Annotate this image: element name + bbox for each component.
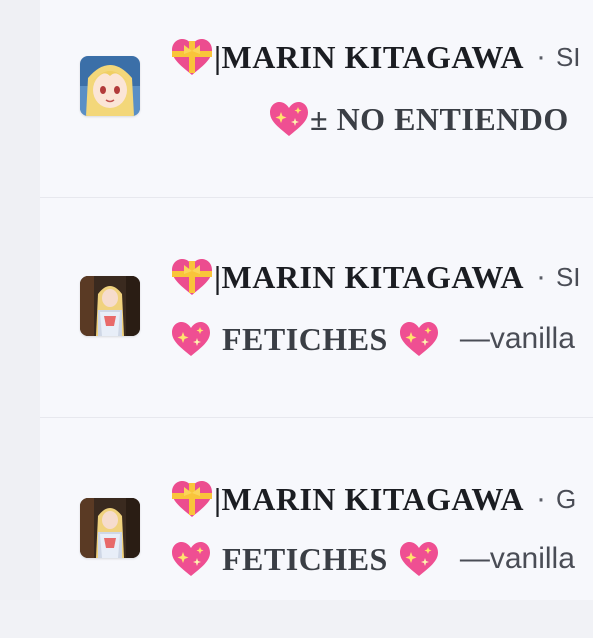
author-name[interactable]: |MARIN KITAGAWA — [214, 481, 524, 518]
post-text: FETICHES — [222, 540, 388, 577]
post-header: |MARIN KITAGAWA · G — [170, 476, 576, 522]
post-body: FETICHES —vanilla — [170, 536, 575, 582]
author-name[interactable]: |MARIN KITAGAWA — [214, 39, 524, 76]
post-body: FETICHES —vanilla — [170, 316, 575, 362]
separator-dot: · — [535, 482, 546, 515]
avatar-image — [80, 498, 140, 558]
post-meta: SI — [555, 41, 581, 72]
sparkling-heart-icon — [170, 540, 212, 578]
separator-dot: · — [535, 40, 546, 73]
post-header: |MARIN KITAGAWA · SI — [170, 34, 581, 80]
sparkling-heart-icon — [398, 320, 440, 358]
sparkling-heart-icon — [268, 100, 310, 138]
heart-ribbon-icon — [170, 257, 214, 297]
avatar-image — [80, 56, 140, 116]
post-body: ± NO ENTIENDO — [268, 96, 569, 142]
post-feed: |MARIN KITAGAWA · SI ± NO ENTIENDO |MARI… — [40, 0, 593, 600]
avatar[interactable] — [80, 498, 140, 558]
post-card[interactable]: |MARIN KITAGAWA · SI FETICHES —vanilla — [40, 198, 593, 418]
post-card[interactable]: |MARIN KITAGAWA · G FETICHES —vanilla — [40, 418, 593, 638]
sparkling-heart-icon — [170, 320, 212, 358]
avatar-image — [80, 276, 140, 336]
sparkling-heart-icon — [398, 540, 440, 578]
avatar[interactable] — [80, 56, 140, 116]
post-text: ± NO ENTIENDO — [310, 100, 569, 137]
post-text-suffix: —vanilla — [459, 322, 575, 355]
separator-dot: · — [535, 260, 546, 293]
avatar[interactable] — [80, 276, 140, 336]
post-meta: G — [555, 483, 577, 514]
left-gutter — [0, 0, 40, 600]
author-name[interactable]: |MARIN KITAGAWA — [214, 259, 524, 296]
post-card[interactable]: |MARIN KITAGAWA · SI ± NO ENTIENDO — [40, 0, 593, 198]
post-text: FETICHES — [222, 320, 388, 357]
post-meta: SI — [555, 261, 581, 292]
heart-ribbon-icon — [170, 37, 214, 77]
post-header: |MARIN KITAGAWA · SI — [170, 254, 581, 300]
heart-ribbon-icon — [170, 479, 214, 519]
post-text-suffix: —vanilla — [459, 542, 575, 575]
